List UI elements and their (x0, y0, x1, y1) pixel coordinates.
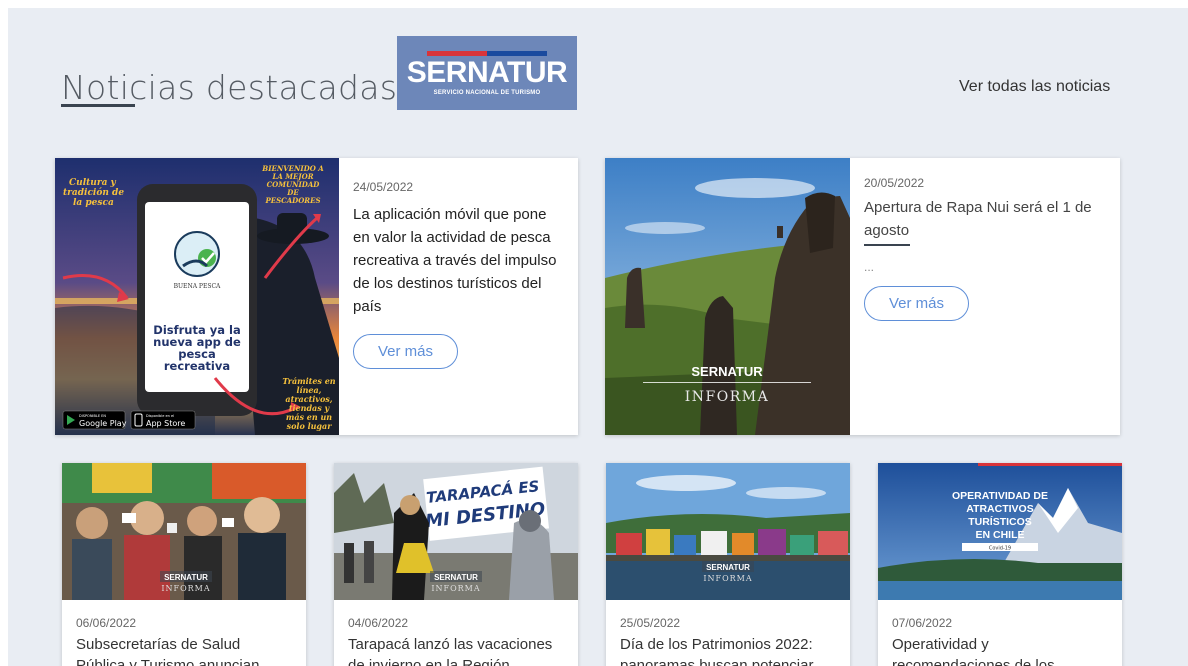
news-card[interactable]: OPERATIVIDAD DE ATRACTIVOS TURÍSTICOS EN… (878, 463, 1122, 666)
news-image-patrimonios[interactable]: SERNATUR INFORMA (606, 463, 850, 600)
svg-text:solo lugar: solo lugar (287, 421, 333, 431)
sernatur-logo[interactable]: SERNATUR SERVICIO NACIONAL DE TURISMO (397, 36, 577, 110)
watermark-name: SERNATUR (434, 573, 478, 582)
svg-text:ATRACTIVOS: ATRACTIVOS (966, 503, 1033, 515)
tarapaca-event-photo: TARAPACÁ ES MI DESTINO SERNATUR INFORMA (334, 463, 578, 600)
logo-flag-bar (427, 50, 547, 56)
news-card-body: 06/06/2022 Subsecretarías de Salud Públi… (62, 600, 306, 666)
news-image-health-tourism[interactable]: SERNATUR INFORMA (62, 463, 306, 600)
news-card[interactable]: TARAPACÁ ES MI DESTINO SERNATUR INFORMA … (334, 463, 578, 666)
featured-card[interactable]: SERNATUR INFORMA 20/05/2022 Apertura de … (605, 158, 1120, 435)
svg-text:EN CHILE: EN CHILE (975, 529, 1024, 541)
news-title[interactable]: Subsecretarías de Salud Pública y Turism… (76, 634, 292, 666)
news-title[interactable]: Operatividad y recomendaciones de los (892, 634, 1108, 666)
svg-text:Cultura y: Cultura y (69, 178, 117, 188)
news-title[interactable]: Día de los Patrimonios 2022: panoramas b… (620, 634, 836, 666)
svg-text:recreativa: recreativa (164, 359, 230, 373)
news-image-tarapaca[interactable]: TARAPACÁ ES MI DESTINO SERNATUR INFORMA (334, 463, 578, 600)
title-underline (864, 244, 910, 246)
svg-text:OPERATIVIDAD DE: OPERATIVIDAD DE (952, 490, 1048, 502)
overlay-tag: Covid-19 (989, 546, 1011, 552)
watermark-name: SERNATUR (706, 563, 750, 572)
news-excerpt: ... (864, 260, 875, 274)
palafitos-photo: SERNATUR INFORMA (606, 463, 850, 600)
news-image-fishing-app[interactable]: BUENA PESCA Cultura y tradición de la pe… (55, 158, 339, 435)
watermark-label: INFORMA (703, 574, 752, 583)
featured-card[interactable]: BUENA PESCA Cultura y tradición de la pe… (55, 158, 578, 435)
news-image-rapa-nui[interactable]: SERNATUR INFORMA (605, 158, 850, 435)
svg-text:la pesca: la pesca (73, 198, 114, 208)
news-section: Noticias destacadas SERNATUR SERVICIO NA… (8, 8, 1188, 666)
news-card[interactable]: SERNATUR INFORMA 25/05/2022 Día de los P… (606, 463, 850, 666)
watermark-label: INFORMA (431, 584, 480, 593)
news-card-body: 25/05/2022 Día de los Patrimonios 2022: … (606, 600, 850, 666)
see-all-news-link[interactable]: Ver todas las noticias (959, 78, 1110, 96)
news-image-operatividad[interactable]: OPERATIVIDAD DE ATRACTIVOS TURÍSTICOS EN… (878, 463, 1122, 600)
news-card-body: 04/06/2022 Tarapacá lanzó las vacaciones… (334, 600, 578, 666)
logo-subtitle: SERVICIO NACIONAL DE TURISMO (433, 89, 541, 96)
see-more-button[interactable]: Ver más (864, 286, 970, 321)
phone-brand: BUENA PESCA (174, 283, 221, 290)
logo-name: SERNATUR (406, 55, 568, 89)
torres-del-paine-photo: OPERATIVIDAD DE ATRACTIVOS TURÍSTICOS EN… (878, 463, 1122, 600)
rapa-nui-photo: SERNATUR INFORMA (605, 158, 850, 435)
watermark-name: SERNATUR (691, 364, 763, 379)
news-date: 06/06/2022 (76, 616, 137, 630)
news-date: 25/05/2022 (620, 616, 681, 630)
news-title[interactable]: Tarapacá lanzó las vacaciones de inviern… (348, 634, 564, 666)
watermark-name: SERNATUR (164, 573, 208, 582)
app-store-small: Disponible en el (146, 414, 174, 418)
fishing-app-illustration: BUENA PESCA Cultura y tradición de la pe… (55, 158, 339, 435)
news-card[interactable]: SERNATUR INFORMA 06/06/2022 Subsecretarí… (62, 463, 306, 666)
news-date: 20/05/2022 (864, 176, 925, 190)
watermark-label: INFORMA (685, 389, 769, 405)
news-date: 24/05/2022 (353, 180, 414, 194)
featured-card-body: 24/05/2022 La aplicación móvil que pone … (339, 158, 578, 435)
svg-text:tradición de: tradición de (63, 187, 124, 198)
page-title: Noticias destacadas (61, 68, 398, 107)
news-date: 07/06/2022 (892, 616, 953, 630)
press-conference-photo: SERNATUR INFORMA (62, 463, 306, 600)
google-play-label: Google Play (79, 419, 127, 428)
svg-text:PESCADORES: PESCADORES (264, 196, 320, 205)
news-title[interactable]: La aplicación móvil que pone en valor la… (353, 203, 564, 318)
see-more-button[interactable]: Ver más (353, 334, 459, 369)
watermark-label: INFORMA (161, 584, 210, 593)
news-title[interactable]: Apertura de Rapa Nui será el 1 de agosto (864, 196, 1106, 242)
svg-text:TURÍSTICOS: TURÍSTICOS (968, 515, 1032, 528)
featured-card-body: 20/05/2022 Apertura de Rapa Nui será el … (850, 158, 1120, 435)
news-card-body: 07/06/2022 Operatividad y recomendacione… (878, 600, 1122, 666)
title-underline (61, 104, 135, 107)
google-play-small: DISPONIBLE EN (79, 414, 106, 418)
news-date: 04/06/2022 (348, 616, 409, 630)
app-store-label: App Store (146, 419, 185, 428)
